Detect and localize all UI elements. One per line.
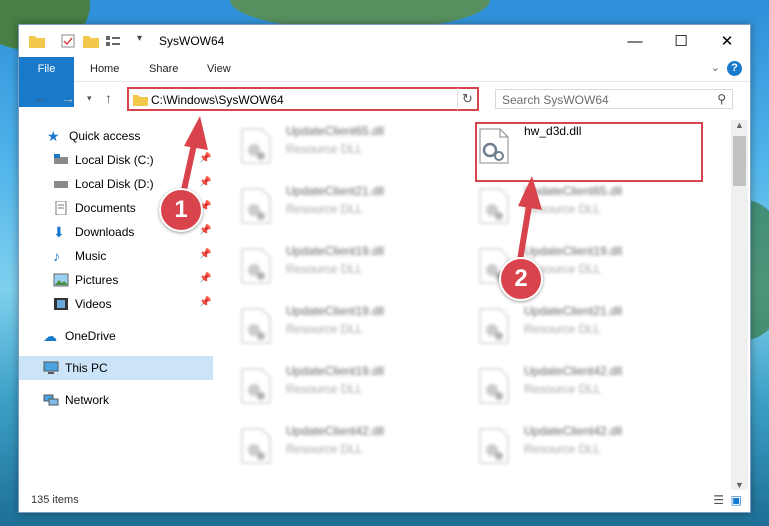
sidebar-item-network[interactable]: Network bbox=[43, 388, 213, 412]
list-item[interactable]: UpdateClient65.dll Resource DLL bbox=[219, 120, 439, 170]
sidebar-item-this-pc[interactable]: This PC bbox=[19, 356, 213, 380]
dll-gear-icon bbox=[241, 188, 271, 224]
expand-ribbon-icon[interactable]: ⌄ bbox=[711, 61, 720, 74]
download-arrow-icon: ⬇ bbox=[53, 224, 65, 240]
tab-share[interactable]: Share bbox=[149, 57, 178, 81]
folder-icon bbox=[29, 36, 45, 48]
annotation-badge-2: 2 bbox=[499, 257, 543, 301]
window-title: SysWOW64 bbox=[159, 34, 225, 48]
list-item[interactable]: UpdateClient21.dll Resource DLL bbox=[457, 300, 677, 350]
sidebar-item-videos[interactable]: Videos bbox=[53, 292, 213, 316]
film-icon bbox=[54, 298, 68, 310]
list-item[interactable]: UpdateClient42.dll Resource DLL bbox=[219, 420, 439, 470]
customize-toolbar-icon[interactable] bbox=[105, 34, 121, 48]
item-count: 135 items bbox=[31, 494, 79, 506]
chevron-down-icon[interactable]: ▾ bbox=[137, 33, 142, 44]
minimize-button[interactable]: — bbox=[612, 25, 658, 57]
scrollbar-thumb[interactable] bbox=[733, 136, 746, 186]
back-arrow-icon[interactable]: ← bbox=[33, 90, 47, 106]
star-icon: ★ bbox=[47, 128, 60, 144]
title-bar: ▾ SysWOW64 — ☐ ✕ bbox=[19, 25, 750, 57]
vertical-scrollbar[interactable]: ▲ ▼ bbox=[731, 120, 748, 490]
document-icon bbox=[55, 201, 67, 215]
list-item[interactable]: UpdateClient42.dll Resource DLL bbox=[457, 360, 677, 410]
music-note-icon: ♪ bbox=[53, 248, 60, 264]
explorer-window: ▾ SysWOW64 — ☐ ✕ File Home Share View ⌄ … bbox=[18, 24, 751, 513]
drive-icon bbox=[54, 181, 68, 188]
dll-gear-icon bbox=[479, 428, 509, 464]
maximize-button[interactable]: ☐ bbox=[658, 25, 704, 57]
dll-gear-icon bbox=[241, 248, 271, 284]
picture-icon bbox=[53, 273, 69, 287]
list-item[interactable]: UpdateClient19.dll Resource DLL bbox=[219, 360, 439, 410]
refresh-icon: ↻ bbox=[462, 91, 473, 106]
new-folder-icon[interactable] bbox=[83, 34, 99, 48]
scroll-down-icon[interactable]: ▼ bbox=[735, 480, 744, 490]
help-icon[interactable]: ? bbox=[727, 61, 742, 76]
tab-home[interactable]: Home bbox=[90, 57, 119, 81]
dll-gear-icon bbox=[241, 428, 271, 464]
dll-gear-icon bbox=[479, 308, 509, 344]
address-bar-row: ← → ▾ ↑ C:\Windows\SysWOW64 ⌄ ↻ Search S… bbox=[19, 82, 750, 116]
dll-gear-icon bbox=[241, 308, 271, 344]
properties-icon[interactable] bbox=[61, 34, 75, 48]
sidebar-item-onedrive[interactable]: ☁ OneDrive bbox=[43, 324, 213, 348]
list-item[interactable]: UpdateClient19.dll Resource DLL bbox=[219, 300, 439, 350]
sidebar-item-music[interactable]: ♪ Music bbox=[53, 244, 213, 268]
pin-icon[interactable]: 📌 bbox=[199, 297, 211, 308]
large-icons-view-icon[interactable]: ▣ bbox=[731, 493, 742, 507]
pin-icon[interactable]: 📌 bbox=[199, 249, 211, 260]
computer-icon bbox=[43, 361, 59, 374]
annotation-badge-1: 1 bbox=[159, 188, 203, 232]
dll-gear-icon bbox=[241, 128, 271, 164]
list-item[interactable]: UpdateClient19.dll Resource DLL bbox=[219, 240, 439, 290]
dll-gear-icon bbox=[479, 368, 509, 404]
up-arrow-icon[interactable]: ↑ bbox=[105, 90, 112, 106]
sidebar-item-pictures[interactable]: Pictures bbox=[53, 268, 213, 292]
status-bar: 135 items ☰ ▣ bbox=[19, 490, 750, 512]
dll-gear-icon bbox=[241, 368, 271, 404]
pin-icon[interactable]: 📌 bbox=[199, 273, 211, 284]
refresh-button[interactable]: ↻ bbox=[457, 87, 479, 111]
drive-icon bbox=[54, 154, 68, 164]
tab-view[interactable]: View bbox=[207, 57, 231, 81]
ribbon-tabs: File Home Share View ⌄ ? bbox=[19, 57, 750, 107]
search-placeholder: Search SysWOW64 bbox=[502, 93, 609, 107]
scroll-up-icon[interactable]: ▲ bbox=[735, 120, 744, 130]
recent-locations-icon[interactable]: ▾ bbox=[87, 93, 92, 104]
file-list: UpdateClient65.dll Resource DLL UpdateCl… bbox=[219, 120, 729, 490]
folder-icon bbox=[133, 95, 148, 106]
details-view-icon[interactable]: ☰ bbox=[713, 493, 724, 507]
forward-arrow-icon[interactable]: → bbox=[61, 90, 75, 106]
pin-icon[interactable]: 📌 bbox=[199, 225, 211, 236]
search-input[interactable]: Search SysWOW64 ⚲ bbox=[495, 89, 733, 109]
close-button[interactable]: ✕ bbox=[704, 25, 750, 57]
cloud-icon: ☁ bbox=[43, 328, 57, 344]
search-icon: ⚲ bbox=[717, 92, 726, 106]
list-item[interactable]: UpdateClient21.dll Resource DLL bbox=[219, 180, 439, 230]
list-item[interactable]: UpdateClient42.dll Resource DLL bbox=[457, 420, 677, 470]
network-icon bbox=[43, 394, 59, 406]
